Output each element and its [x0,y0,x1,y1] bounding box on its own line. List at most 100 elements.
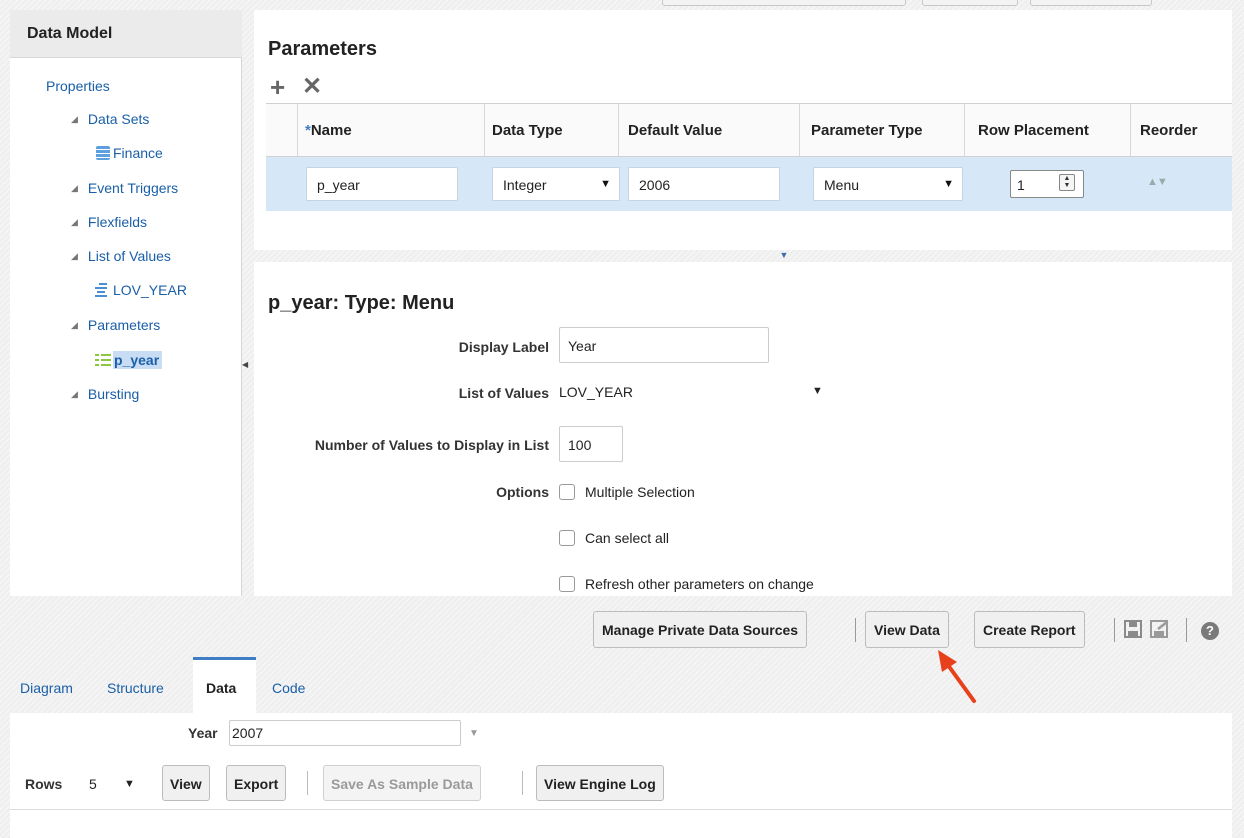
annotation-arrow-icon [938,650,976,703]
num-values-input[interactable]: 100 [559,426,623,462]
list-of-values-label: List of Values [458,385,549,401]
dropdown-arrow-icon: ▼ [943,178,954,190]
year-value: 2007 [232,725,264,741]
toolbar-separator [855,618,856,642]
tab-code[interactable]: Code [272,680,305,696]
collapse-panel-handle[interactable]: ◀ [242,360,248,370]
row-placement-value: 1 [1017,177,1025,193]
save-icon[interactable] [1124,620,1142,643]
toolbar-separator [522,771,523,795]
tree-item-properties[interactable]: Properties [46,78,110,94]
can-select-all-label: Can select all [585,530,670,546]
options-label: Options [496,484,549,500]
parameter-type-select[interactable]: Menu ▼ [813,167,963,201]
column-header-name: *Name [305,122,352,139]
tree-item-finance[interactable]: Finance [96,145,163,161]
parameters-panel: Parameters + ✕ *Name Data Type Default V… [254,10,1232,260]
year-parameter-label: Year [188,725,218,741]
manage-private-data-sources-button[interactable]: Manage Private Data Sources [593,611,808,648]
rows-select[interactable]: 5 ▼ [86,766,146,802]
can-select-all-checkbox[interactable] [559,530,575,546]
refresh-parameters-label: Refresh other parameters on change [585,576,814,592]
top-stub-button [1030,0,1152,6]
rows-value: 5 [89,776,97,792]
view-engine-log-button[interactable]: View Engine Log [536,765,664,801]
delete-parameter-icon[interactable]: ✕ [302,74,322,100]
dropdown-arrow-icon: ▼ [600,178,611,190]
tree-item-label: List of Values [87,248,171,264]
add-parameter-icon[interactable]: + [270,74,285,100]
save-as-icon[interactable] [1150,620,1170,643]
stepper-arrows-icon[interactable]: ▲ ▼ [1059,174,1075,191]
tab-structure[interactable]: Structure [107,680,164,696]
row-placement-stepper[interactable]: 1 ▲ ▼ [1010,170,1084,198]
save-as-sample-data-button[interactable]: Save As Sample Data [323,765,481,801]
display-label-input[interactable]: Year [559,327,769,363]
tree-item-data-sets[interactable]: ◢ Data Sets [71,111,149,127]
toolbar-separator [307,771,308,795]
tree-item-p-year[interactable]: p_year [95,351,163,369]
parameters-grid: *Name Data Type Default Value Parameter … [266,103,1232,211]
tree-item-label: Data Sets [87,111,150,127]
parameters-title: Parameters [268,38,377,60]
data-type-select[interactable]: Integer ▼ [492,167,620,201]
multiple-selection-label: Multiple Selection [585,484,695,500]
tree-item-label: Parameters [87,317,161,333]
tab-data-label[interactable]: Data [206,680,236,696]
default-value-input[interactable]: 2006 [628,167,780,201]
parameter-detail-panel: p_year: Type: Menu Display Label Year Li… [254,262,1232,596]
list-of-values-value: LOV_YEAR [559,384,633,400]
tree-item-label: Flexfields [87,214,148,230]
export-button[interactable]: Export [226,765,287,801]
view-data-button[interactable]: View Data [865,611,949,648]
list-of-values-select[interactable]: LOV_YEAR ▼ [559,373,831,409]
expand-triangle-icon[interactable]: ◢ [71,389,78,400]
tree-item-lov-year[interactable]: LOV_YEAR [95,282,187,298]
table-row[interactable]: p_year Integer ▼ 2006 Menu ▼ 1 ▲ ▼ [266,157,1232,211]
dropdown-arrow-icon: ▼ [124,778,135,790]
view-button[interactable]: View [162,765,210,801]
tab-diagram[interactable]: Diagram [20,680,73,696]
parameter-name-input[interactable]: p_year [306,167,458,201]
toolbar-separator [1114,618,1115,642]
expand-triangle-icon[interactable]: ◢ [71,183,78,194]
tree-item-parameters[interactable]: ◢ Parameters [71,317,160,333]
tree-item-list-of-values[interactable]: ◢ List of Values [71,248,171,264]
data-preview-panel: Year 2007 ▼ Rows 5 ▼ View Export Save As… [10,713,1232,838]
top-stub-button [662,0,906,6]
expand-triangle-icon[interactable]: ◢ [71,251,78,262]
parameter-type-value: Menu [824,177,860,193]
tree-item-flexfields[interactable]: ◢ Flexfields [71,214,147,230]
column-header-data-type: Data Type [492,122,563,139]
expand-triangle-icon[interactable]: ◢ [71,114,78,125]
tree-item-label: Bursting [87,386,140,402]
toolbar-separator [1186,618,1187,642]
tree-item-label: Event Triggers [87,180,179,196]
refresh-parameters-checkbox[interactable] [559,576,575,592]
help-icon[interactable]: ? [1201,622,1219,640]
column-label: Name [310,122,352,139]
navigator-title: Data Model [27,25,113,42]
tree-item-label: Finance [113,145,163,161]
multiple-selection-checkbox[interactable] [559,484,575,500]
display-label-label: Display Label [458,339,549,355]
tree-item-label: LOV_YEAR [113,282,187,298]
divider [10,809,1232,810]
top-stub-button [922,0,1018,6]
grid-header: *Name Data Type Default Value Parameter … [266,104,1232,157]
reorder-arrows-icon[interactable]: ▲▼ [1147,176,1168,188]
data-type-value: Integer [503,177,547,193]
num-values-label: Number of Values to Display in List [314,437,549,453]
data-model-navigator: Data Model Properties ◢ Data Sets Financ… [10,10,242,596]
tree-item-event-triggers[interactable]: ◢ Event Triggers [71,180,178,196]
dropdown-arrow-icon: ▼ [812,385,823,397]
create-report-button[interactable]: Create Report [974,611,1085,648]
column-header-default-value: Default Value [628,122,723,139]
expand-triangle-icon[interactable]: ◢ [71,320,78,331]
tree-item-bursting[interactable]: ◢ Bursting [71,386,139,402]
year-parameter-select[interactable]: 2007 [229,720,461,746]
navigator-header: Data Model [10,10,242,58]
year-dropdown-arrow-icon[interactable]: ▼ [469,728,479,739]
rows-label: Rows [25,776,63,792]
expand-triangle-icon[interactable]: ◢ [71,217,78,228]
